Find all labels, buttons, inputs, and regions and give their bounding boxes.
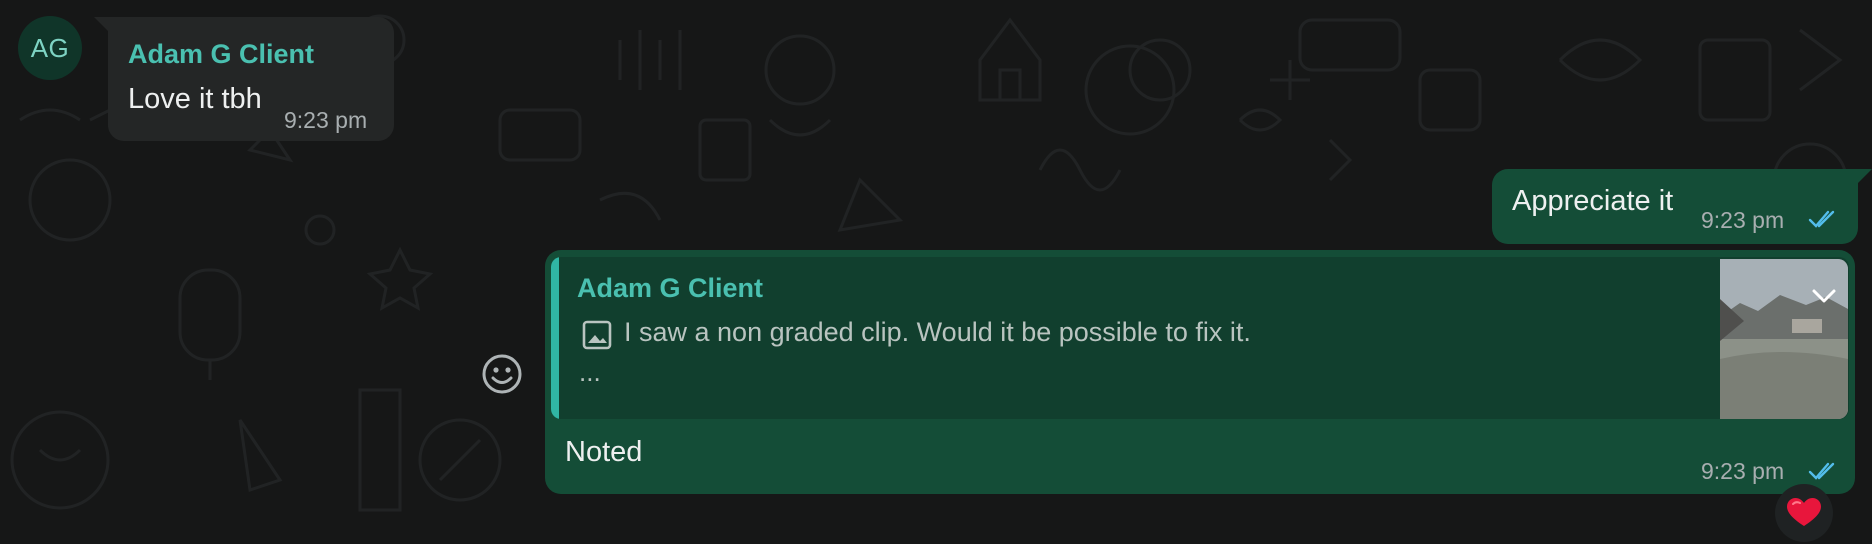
heart-reaction-icon xyxy=(1787,498,1821,526)
message-time: 9:23 pm xyxy=(1701,458,1785,484)
image-icon xyxy=(582,320,612,350)
quoted-text: I saw a non graded clip. Would it be pos… xyxy=(624,317,1251,347)
outgoing-message-bubble[interactable]: Appreciate it 9:23 pm xyxy=(1492,169,1872,244)
double-check-read-icon xyxy=(1808,210,1835,228)
incoming-message-bubble[interactable]: Adam G Client Love it tbh 9:23 pm xyxy=(94,17,394,141)
quote-accent-bar xyxy=(551,257,559,419)
quoted-sender-name: Adam G Client xyxy=(577,273,764,303)
emoji-smiley-icon[interactable] xyxy=(480,352,524,396)
message-text: Appreciate it xyxy=(1512,185,1674,217)
avatar-initials: AG xyxy=(30,32,70,63)
landscape-image-thumbnail xyxy=(1720,259,1848,419)
quoted-image-thumbnail[interactable] xyxy=(1720,259,1848,419)
quoted-more: ... xyxy=(579,357,601,387)
chevron-down-icon[interactable] xyxy=(1810,285,1838,305)
message-text: Love it tbh xyxy=(128,83,262,115)
bubble-tail xyxy=(94,17,108,31)
message-time: 9:23 pm xyxy=(1701,207,1785,233)
double-check-read-icon xyxy=(1808,462,1835,480)
bubble-tail xyxy=(1858,169,1872,183)
quoted-message[interactable]: Adam G Client I saw a non graded clip. W… xyxy=(551,257,1849,419)
message-text: Noted xyxy=(565,436,643,468)
reaction-badge[interactable] xyxy=(1775,484,1833,542)
avatar[interactable]: AG xyxy=(18,16,82,80)
message-time: 9:23 pm xyxy=(284,107,368,133)
sender-name[interactable]: Adam G Client xyxy=(128,39,314,70)
